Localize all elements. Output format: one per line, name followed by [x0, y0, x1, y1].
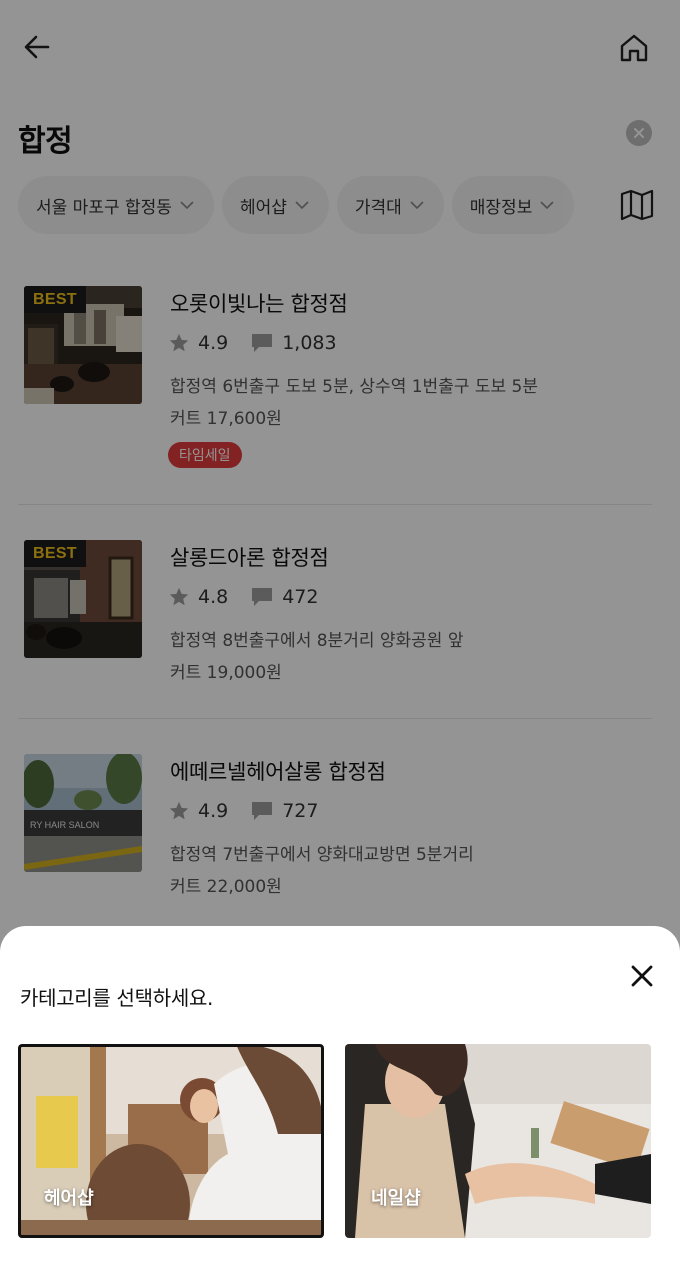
category-card-nail[interactable]: 네일샵: [345, 1044, 651, 1238]
sheet-title: 카테고리를 선택하세요.: [20, 986, 214, 1010]
close-icon: [631, 965, 653, 987]
category-label: 네일샵: [371, 1188, 421, 1209]
search-results-page: 합정 서울 마포구 합정동 헤어샵 가격대 매장정보 BEST 오롯이빛나는 합…: [0, 0, 680, 1274]
close-button[interactable]: [624, 958, 660, 994]
selected-indicator: [18, 1044, 324, 1238]
category-bottom-sheet: 카테고리를 선택하세요. 헤어샵 네일샵: [0, 926, 680, 1274]
category-card-hair[interactable]: 헤어샵: [18, 1044, 324, 1238]
